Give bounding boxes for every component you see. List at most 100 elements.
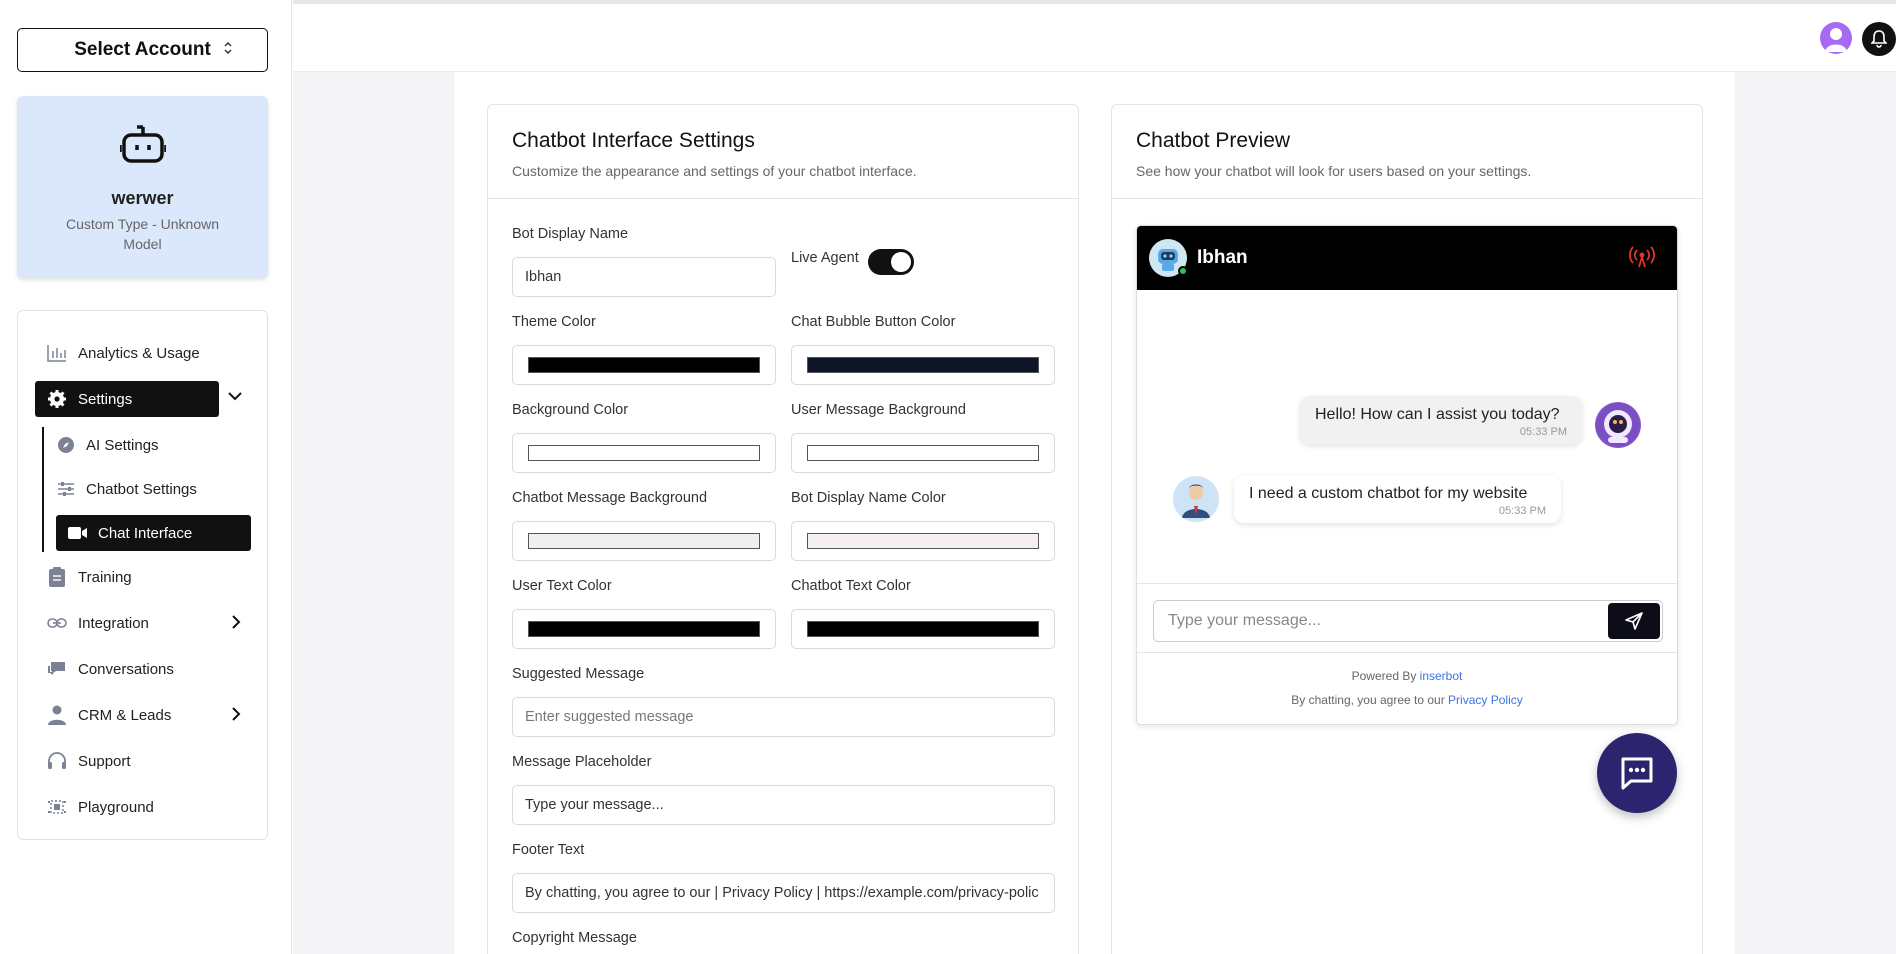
user-avatar[interactable] [1820, 22, 1852, 54]
sidebar-item-ai-settings[interactable]: AI Settings [56, 427, 159, 463]
grid-icon [46, 797, 68, 817]
chat-message-input[interactable]: Type your message... [1153, 600, 1663, 642]
chat-bubble-color-input[interactable] [791, 345, 1055, 385]
sidebar-item-label: Settings [78, 390, 133, 408]
card-subtitle: Customize the appearance and settings of… [512, 163, 917, 179]
sidebar-item-crm[interactable]: CRM & Leads [46, 697, 171, 733]
user-message-bg-label: User Message Background [791, 402, 966, 418]
chatbot-message-bg-input[interactable] [512, 521, 776, 561]
powered-by-text: Powered By [1351, 669, 1417, 683]
sidebar-item-label: Integration [78, 614, 149, 632]
message-text: I need a custom chatbot for my website [1249, 485, 1528, 502]
sidebar-item-chatbot-settings[interactable]: Chatbot Settings [56, 471, 197, 507]
live-agent-toggle[interactable] [868, 249, 914, 275]
sidebar-nav: Analytics & Usage Settings AI Settings C… [17, 310, 268, 840]
sidebar-item-label: Conversations [78, 660, 174, 678]
bar-chart-icon [46, 343, 68, 363]
sidebar-item-training[interactable]: Training [46, 559, 132, 595]
powered-by-link[interactable]: inserbot [1420, 669, 1463, 683]
sidebar-item-label: Support [78, 752, 131, 770]
chatbot-text-color-input[interactable] [791, 609, 1055, 649]
bot-message-avatar [1595, 402, 1641, 448]
chat-footer: Powered By inserbot By chatting, you agr… [1137, 652, 1677, 724]
suggested-message-input[interactable]: Enter suggested message [512, 697, 1055, 737]
chat-header: Ibhan [1137, 226, 1677, 290]
chat-launcher-button[interactable] [1597, 733, 1677, 813]
broadcast-icon[interactable] [1629, 246, 1655, 273]
sidebar: Select Account werwer Custom Type - Unkn… [0, 0, 292, 954]
sidebar-item-label: CRM & Leads [78, 706, 172, 724]
sidebar-item-support[interactable]: Support [46, 743, 131, 779]
submenu-line [42, 427, 44, 552]
theme-color-input[interactable] [512, 345, 776, 385]
send-icon [1625, 612, 1643, 630]
card-subtitle: See how your chatbot will look for users… [1136, 163, 1532, 179]
user-icon [46, 705, 68, 725]
main-area: Chatbot Interface Settings Customize the… [293, 72, 1896, 954]
chevron-right-icon[interactable] [231, 706, 241, 727]
sidebar-item-integration[interactable]: Integration [46, 605, 149, 641]
message-time: 05:33 PM [1498, 505, 1546, 517]
user-text-color-label: User Text Color [512, 578, 612, 594]
message-placeholder-input[interactable]: Type your message... [512, 785, 1055, 825]
user-message-avatar [1173, 476, 1219, 522]
bot-name-color-label: Bot Display Name Color [791, 490, 946, 506]
sidebar-item-chat-interface[interactable]: Chat Interface [56, 515, 251, 551]
sidebar-item-analytics[interactable]: Analytics & Usage [46, 335, 200, 371]
content-panel: Chatbot Interface Settings Customize the… [455, 72, 1735, 954]
chat-preview-window: Ibhan Hello! How can I assist you today?… [1136, 225, 1678, 725]
sidebar-item-playground[interactable]: Playground [46, 789, 154, 825]
chat-icon [46, 659, 68, 679]
message-time: 05:33 PM [1519, 426, 1567, 438]
user-text-color-input[interactable] [512, 609, 776, 649]
chat-input-placeholder: Type your message... [1168, 612, 1321, 629]
chevron-up-down-icon [223, 41, 233, 55]
background-color-input[interactable] [512, 433, 776, 473]
chevron-right-icon[interactable] [231, 614, 241, 635]
footer-text-input[interactable]: By chatting, you agree to our | Privacy … [512, 873, 1055, 913]
link-icon [46, 613, 68, 633]
bot-name: werwer [111, 188, 174, 208]
notifications-button[interactable] [1862, 22, 1896, 56]
sidebar-item-label: Analytics & Usage [78, 344, 200, 362]
send-button[interactable] [1608, 603, 1660, 639]
agree-text: By chatting, you agree to our [1291, 693, 1445, 707]
account-select-label: Select Account [74, 39, 211, 60]
sidebar-item-label: Chat Interface [98, 524, 193, 542]
user-message-bg-input[interactable] [791, 433, 1055, 473]
bot-display-name-label: Bot Display Name [512, 226, 629, 242]
bot-display-name-input[interactable]: Ibhan [512, 257, 776, 297]
card-title: Chatbot Interface Settings [512, 129, 755, 152]
copyright-label: Copyright Message [512, 930, 637, 946]
privacy-policy-link[interactable]: Privacy Policy [1448, 693, 1523, 707]
gear-icon [46, 389, 68, 409]
account-select[interactable]: Select Account [17, 28, 268, 72]
astronaut-icon [1596, 403, 1640, 447]
bell-icon [1871, 30, 1887, 48]
user-icon [1174, 477, 1218, 521]
sidebar-item-conversations[interactable]: Conversations [46, 651, 174, 687]
live-agent-label: Live Agent [791, 250, 859, 266]
video-icon [68, 526, 88, 540]
sidebar-item-label: Playground [78, 798, 154, 816]
message-placeholder-label: Message Placeholder [512, 754, 652, 770]
robot-icon [120, 125, 166, 163]
card-header: Chatbot Interface Settings Customize the… [488, 105, 1078, 199]
top-bar [293, 0, 1896, 72]
chevron-down-icon[interactable] [227, 389, 243, 407]
bot-name-color-input[interactable] [791, 521, 1055, 561]
message-text: Hello! How can I assist you today? [1315, 406, 1560, 423]
footer-text-label: Footer Text [512, 842, 585, 858]
background-color-label: Background Color [512, 402, 629, 418]
headphones-icon [46, 751, 68, 771]
online-indicator [1178, 266, 1188, 276]
clipboard-icon [46, 567, 68, 587]
message-dots-icon [1621, 757, 1653, 790]
chatbot-preview-card: Chatbot Preview See how your chatbot wil… [1111, 104, 1703, 954]
bot-card[interactable]: werwer Custom Type - Unknown Model [17, 96, 268, 278]
sidebar-item-settings[interactable]: Settings [35, 381, 219, 417]
bot-avatar [1149, 239, 1188, 277]
theme-color-label: Theme Color [512, 314, 596, 330]
card-header: Chatbot Preview See how your chatbot wil… [1112, 105, 1702, 199]
chat-messages: Hello! How can I assist you today? 05:33… [1137, 290, 1677, 584]
